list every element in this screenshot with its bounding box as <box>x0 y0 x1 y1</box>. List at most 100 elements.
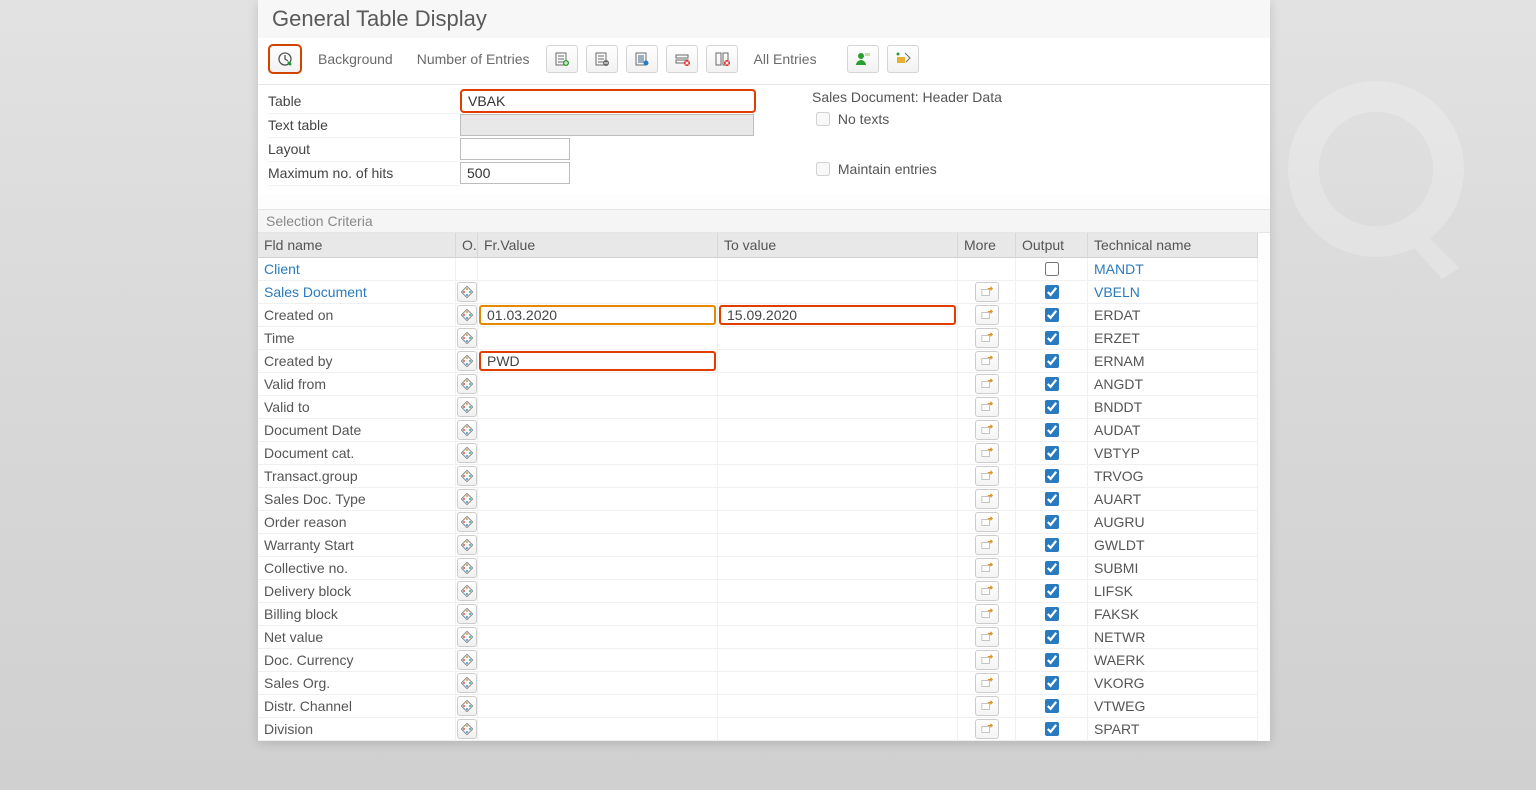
output-checkbox[interactable] <box>1045 630 1059 644</box>
to-value-input[interactable] <box>718 442 957 464</box>
col-fld-name[interactable]: Fld name <box>258 233 456 258</box>
deselect-all-button[interactable] <box>706 45 738 73</box>
to-value-input[interactable] <box>718 603 957 625</box>
field-name-cell[interactable]: Sales Document <box>258 281 456 304</box>
output-checkbox[interactable] <box>1045 446 1059 460</box>
multiple-selection-button[interactable] <box>975 397 999 417</box>
to-value-input[interactable] <box>719 305 956 325</box>
to-value-input[interactable] <box>718 396 957 418</box>
selection-options-button[interactable] <box>457 328 477 348</box>
user-settings-button[interactable] <box>847 45 879 73</box>
output-checkbox[interactable] <box>1045 308 1059 322</box>
multiple-selection-button[interactable] <box>975 305 999 325</box>
multiple-selection-button[interactable] <box>975 466 999 486</box>
output-checkbox[interactable] <box>1045 699 1059 713</box>
multiple-selection-button[interactable] <box>975 512 999 532</box>
multiple-selection-button[interactable] <box>975 489 999 509</box>
selection-options-button[interactable] <box>457 466 477 486</box>
multiple-selection-button[interactable] <box>975 696 999 716</box>
output-checkbox[interactable] <box>1045 722 1059 736</box>
output-checkbox[interactable] <box>1045 538 1059 552</box>
selection-options-button[interactable] <box>457 604 477 624</box>
technical-name-cell[interactable]: MANDT <box>1088 258 1258 281</box>
multiple-selection-button[interactable] <box>975 627 999 647</box>
multiple-selection-button[interactable] <box>975 558 999 578</box>
output-checkbox[interactable] <box>1045 469 1059 483</box>
to-value-input[interactable] <box>718 649 957 671</box>
to-value-input[interactable] <box>718 373 957 395</box>
col-tech-name[interactable]: Technical name <box>1088 233 1258 258</box>
to-value-input[interactable] <box>718 465 957 487</box>
multiple-selection-button[interactable] <box>975 374 999 394</box>
selection-options-button[interactable] <box>457 719 477 739</box>
multiple-selection-button[interactable] <box>975 581 999 601</box>
output-checkbox[interactable] <box>1045 354 1059 368</box>
layout-input[interactable] <box>460 138 570 160</box>
output-checkbox[interactable] <box>1045 676 1059 690</box>
number-of-entries-button[interactable]: Number of Entries <box>409 51 538 67</box>
selection-options-button[interactable] <box>457 581 477 601</box>
from-value-input[interactable] <box>478 419 717 441</box>
selection-options-button[interactable] <box>457 282 477 302</box>
variant-button[interactable] <box>887 45 919 73</box>
to-value-input[interactable] <box>718 327 957 349</box>
from-value-input[interactable] <box>478 511 717 533</box>
from-value-input[interactable] <box>478 373 717 395</box>
delete-row-button[interactable] <box>586 45 618 73</box>
from-value-input[interactable] <box>478 465 717 487</box>
col-from-value[interactable]: Fr.Value <box>478 233 718 258</box>
selection-options-button[interactable] <box>457 420 477 440</box>
selection-options-button[interactable] <box>457 374 477 394</box>
selection-options-button[interactable] <box>457 535 477 555</box>
output-checkbox[interactable] <box>1045 285 1059 299</box>
deselect-row-button[interactable] <box>666 45 698 73</box>
from-value-input[interactable] <box>478 603 717 625</box>
to-value-input[interactable] <box>718 626 957 648</box>
output-checkbox[interactable] <box>1045 653 1059 667</box>
output-checkbox[interactable] <box>1045 584 1059 598</box>
execute-button[interactable] <box>268 44 302 74</box>
to-value-input[interactable] <box>718 557 957 579</box>
to-value-input[interactable] <box>718 511 957 533</box>
selection-options-button[interactable] <box>457 558 477 578</box>
output-checkbox[interactable] <box>1045 561 1059 575</box>
from-value-input[interactable] <box>478 442 717 464</box>
from-value-input[interactable] <box>479 305 716 325</box>
selection-options-button[interactable] <box>457 627 477 647</box>
multiple-selection-button[interactable] <box>975 443 999 463</box>
to-value-input[interactable] <box>718 580 957 602</box>
from-value-input[interactable] <box>478 580 717 602</box>
multiple-selection-button[interactable] <box>975 673 999 693</box>
to-value-input[interactable] <box>718 672 957 694</box>
from-value-input[interactable] <box>478 281 717 303</box>
selection-options-button[interactable] <box>457 443 477 463</box>
to-value-input[interactable] <box>718 258 957 280</box>
background-button[interactable]: Background <box>310 51 401 67</box>
output-checkbox[interactable] <box>1045 377 1059 391</box>
from-value-input[interactable] <box>478 557 717 579</box>
table-input[interactable] <box>460 89 756 113</box>
selection-options-button[interactable] <box>457 351 477 371</box>
selection-options-button[interactable] <box>457 650 477 670</box>
output-checkbox[interactable] <box>1045 400 1059 414</box>
from-value-input[interactable] <box>478 534 717 556</box>
output-checkbox[interactable] <box>1045 492 1059 506</box>
to-value-input[interactable] <box>718 281 957 303</box>
selection-options-button[interactable] <box>457 305 477 325</box>
from-value-input[interactable] <box>478 718 717 740</box>
from-value-input[interactable] <box>478 488 717 510</box>
from-value-input[interactable] <box>479 351 716 371</box>
selection-options-button[interactable] <box>457 512 477 532</box>
col-to-value[interactable]: To value <box>718 233 958 258</box>
multiple-selection-button[interactable] <box>975 328 999 348</box>
from-value-input[interactable] <box>478 396 717 418</box>
to-value-input[interactable] <box>718 695 957 717</box>
multiple-selection-button[interactable] <box>975 282 999 302</box>
output-checkbox[interactable] <box>1045 607 1059 621</box>
to-value-input[interactable] <box>718 534 957 556</box>
output-checkbox[interactable] <box>1045 262 1059 276</box>
selection-options-button[interactable] <box>457 397 477 417</box>
col-output[interactable]: Output <box>1016 233 1088 258</box>
selection-options-button[interactable] <box>457 489 477 509</box>
to-value-input[interactable] <box>718 718 957 740</box>
